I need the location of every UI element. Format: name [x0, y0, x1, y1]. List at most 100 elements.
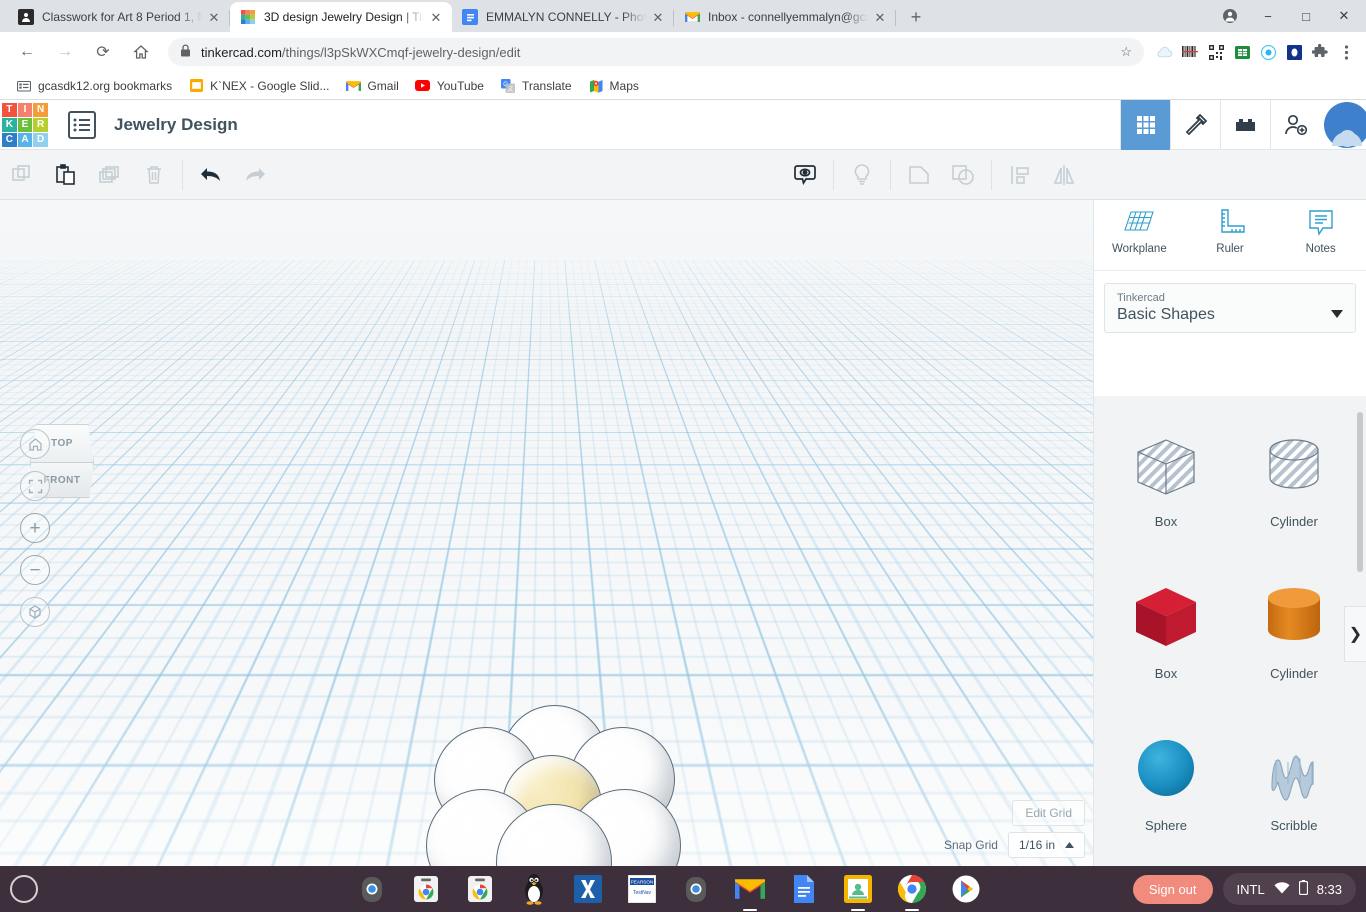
cloud-extension-icon[interactable] [1152, 40, 1176, 64]
back-button[interactable]: ← [13, 38, 41, 66]
ungroup-icon[interactable] [941, 155, 985, 195]
paste-icon[interactable] [44, 155, 88, 195]
flower-model[interactable] [420, 705, 680, 866]
sign-out-button[interactable]: Sign out [1133, 875, 1213, 904]
panel-scrollbar[interactable] [1357, 412, 1363, 572]
tab-close-icon[interactable]: ✕ [872, 9, 888, 25]
notes-tool[interactable]: Notes [1275, 208, 1366, 270]
mirror-flip-icon[interactable] [1042, 155, 1086, 195]
browser-tab-2[interactable]: EMMALYN CONNELLY - Photo Do ✕ [452, 2, 674, 32]
barcode-scanner-icon[interactable] [1178, 40, 1202, 64]
minimize-button[interactable]: − [1250, 1, 1286, 31]
show-hide-eye-icon[interactable] [783, 155, 827, 195]
tux-linux-icon[interactable] [517, 872, 551, 906]
chrome-app-shortcut-icon[interactable] [409, 872, 443, 906]
google-docs-app-icon[interactable] [787, 872, 821, 906]
chrome-browser-icon[interactable] [895, 872, 929, 906]
google-classroom-app-icon[interactable] [841, 872, 875, 906]
logo-tile-c: C [2, 133, 17, 147]
tinkercad-toolbar: Import Export Send To [0, 150, 1366, 200]
ruler-icon [1214, 208, 1246, 238]
maximize-button[interactable]: □ [1288, 1, 1324, 31]
ruler-tool[interactable]: Ruler [1185, 208, 1276, 270]
user-avatar[interactable] [1320, 100, 1366, 146]
record-extension-icon[interactable] [1256, 40, 1280, 64]
google-play-store-icon[interactable] [949, 872, 983, 906]
bookmark-knex-slides[interactable]: K`NEX - Google Slid... [180, 75, 337, 97]
shelf-app-list: PEARSONTestNav [355, 872, 983, 906]
launcher-circle-icon[interactable] [10, 875, 38, 903]
chrome-app-shortcut-2-icon[interactable] [463, 872, 497, 906]
copy-icon[interactable] [0, 155, 44, 195]
panel-collapse-handle[interactable]: ❯ [1344, 606, 1366, 662]
delete-trash-icon[interactable] [132, 155, 176, 195]
x-blue-app-icon[interactable] [571, 872, 605, 906]
pearson-testnav-icon[interactable]: PEARSONTestNav [625, 872, 659, 906]
design-canvas[interactable]: TOP FRONT + − [0, 200, 1093, 866]
qr-code-icon[interactable] [1204, 40, 1228, 64]
reload-button[interactable]: ⟳ [89, 38, 117, 66]
snap-grid-select[interactable]: 1/16 in [1008, 832, 1085, 858]
zoom-in-icon[interactable]: + [20, 513, 50, 543]
bookmarks-bar: gcasdk12.org bookmarks K`NEX - Google Sl… [0, 72, 1366, 100]
home-view-icon[interactable] [20, 429, 50, 459]
tab-close-icon[interactable]: ✕ [428, 9, 444, 25]
zoom-out-icon[interactable]: − [20, 555, 50, 585]
three-dot-menu-icon[interactable] [1334, 40, 1358, 64]
logo-tile-k: K [2, 118, 17, 132]
bricks-icon[interactable] [1220, 100, 1270, 150]
bookmark-youtube[interactable]: YouTube [407, 75, 492, 97]
shape-item-sphere[interactable]: Sphere [1106, 718, 1226, 866]
codeblocks-hammer-icon[interactable] [1170, 100, 1220, 150]
redo-arrow-icon[interactable] [233, 155, 277, 195]
fit-to-view-icon[interactable] [20, 471, 50, 501]
shape-item-box[interactable]: Box [1106, 566, 1226, 718]
gmail-app-icon[interactable] [733, 872, 767, 906]
shape-collection-label: Basic Shapes [1117, 306, 1343, 324]
new-tab-button[interactable]: + [902, 3, 930, 31]
camera-app-icon[interactable] [355, 872, 389, 906]
close-window-button[interactable]: ✕ [1326, 1, 1362, 31]
forward-button[interactable]: → [51, 38, 79, 66]
puzzle-piece-icon[interactable] [1308, 40, 1332, 64]
bookmark-maps[interactable]: Maps [580, 75, 647, 97]
camera-2-app-icon[interactable] [679, 872, 713, 906]
chromeos-shelf: PEARSONTestNav [0, 866, 1366, 912]
shape-collection-select[interactable]: Tinkercad Basic Shapes [1104, 283, 1356, 333]
undo-arrow-icon[interactable] [189, 155, 233, 195]
shape-item-box-hole[interactable]: Box [1106, 414, 1226, 566]
chrome-profile-icon[interactable] [1212, 1, 1248, 31]
align-icon[interactable] [998, 155, 1042, 195]
lightbulb-icon[interactable] [840, 155, 884, 195]
system-tray[interactable]: INTL 8:33 [1223, 873, 1356, 905]
bookmark-label: Translate [522, 79, 572, 93]
shape-item-cylinder[interactable]: Cylinder [1234, 566, 1354, 718]
browser-tab-0[interactable]: Classwork for Art 8 Period 1, MP ✕ [8, 2, 230, 32]
document-list-icon[interactable] [68, 111, 96, 139]
orthographic-toggle-icon[interactable] [20, 597, 50, 627]
grid-view-icon[interactable] [1120, 100, 1170, 150]
tab-title: Classwork for Art 8 Period 1, MP [42, 10, 202, 24]
shape-item-scribble[interactable]: Scribble [1234, 718, 1354, 866]
blue-square-extension-icon[interactable] [1282, 40, 1306, 64]
browser-tab-3[interactable]: Inbox - connellyemmalyn@gcas ✕ [674, 2, 896, 32]
invite-person-icon[interactable] [1270, 100, 1320, 150]
spreadsheet-extension-icon[interactable] [1230, 40, 1254, 64]
bookmark-gmail[interactable]: Gmail [337, 75, 406, 97]
bookmark-translate[interactable]: G文 Translate [492, 75, 580, 97]
tinkercad-logo[interactable]: T I N K E R C A D [2, 103, 48, 147]
duplicate-icon[interactable] [88, 155, 132, 195]
bookmark-star-icon[interactable]: ☆ [1120, 44, 1132, 60]
bookmark-label: Gmail [367, 79, 398, 93]
shape-item-cylinder-hole[interactable]: Cylinder [1234, 414, 1354, 566]
group-icon[interactable] [897, 155, 941, 195]
tab-close-icon[interactable]: ✕ [206, 9, 222, 25]
bookmark-gcasdk12[interactable]: gcasdk12.org bookmarks [8, 75, 180, 97]
home-button[interactable] [127, 38, 155, 66]
browser-tab-1[interactable]: 3D design Jewelry Design | Tinke ✕ [230, 2, 452, 32]
address-bar[interactable]: tinkercad.com/things/l3pSkWXCmqf-jewelry… [168, 38, 1144, 66]
workplane-tool[interactable]: Workplane [1094, 208, 1185, 270]
edit-grid-button[interactable]: Edit Grid [1012, 800, 1085, 826]
tab-close-icon[interactable]: ✕ [650, 9, 666, 25]
chevron-down-icon[interactable] [1331, 310, 1343, 318]
